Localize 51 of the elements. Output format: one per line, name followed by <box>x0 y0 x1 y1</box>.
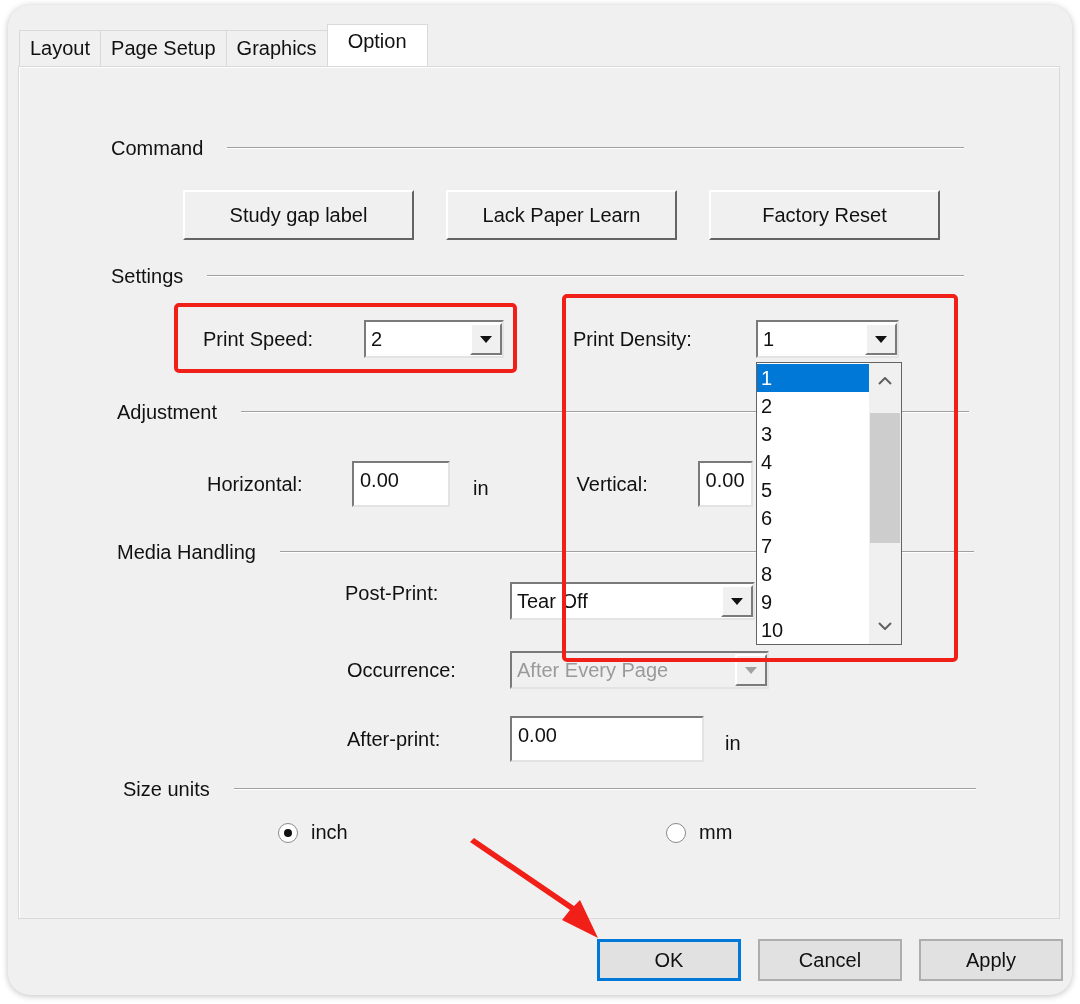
command-button[interactable]: Factory Reset <box>709 190 940 240</box>
field-label: Horizontal: <box>207 472 304 496</box>
list-option[interactable]: 4 <box>757 448 869 476</box>
command-button[interactable]: Study gap label <box>183 190 414 240</box>
input-field[interactable]: 0.00 <box>352 461 450 507</box>
list-option[interactable]: 1 <box>757 364 869 392</box>
field-label: Print Speed: <box>203 327 315 351</box>
section-heading: Media Handling <box>117 540 256 564</box>
caret-down-icon <box>745 666 757 674</box>
section-heading: Adjustment <box>117 400 218 424</box>
chevron-down-icon[interactable] <box>878 622 892 630</box>
field-label: Occurrence: <box>347 658 457 682</box>
dropdown-button[interactable] <box>721 585 753 617</box>
section-heading: Size units <box>123 777 210 801</box>
list-option[interactable]: 2 <box>757 392 869 420</box>
list-option[interactable]: 9 <box>757 588 869 616</box>
field-label: Print Density: <box>573 327 693 351</box>
caret-down-icon <box>480 335 492 343</box>
list-option[interactable]: 8 <box>757 560 869 588</box>
dropdown-button[interactable] <box>470 323 502 355</box>
chevron-up-icon[interactable] <box>878 377 892 385</box>
field-label: Post-Print: <box>345 582 440 605</box>
field-label: Vertical: <box>576 472 649 496</box>
list-option[interactable]: 6 <box>757 504 869 532</box>
tab[interactable]: Option <box>326 24 428 66</box>
caret-down-icon <box>731 597 743 605</box>
list-option[interactable]: 7 <box>757 532 869 560</box>
field-label: After-print: <box>347 727 442 751</box>
command-button[interactable]: Lack Paper Learn <box>446 190 677 240</box>
radio-label: inch <box>311 821 348 844</box>
section-heading: Settings <box>111 264 184 288</box>
dropdown[interactable]: 2 <box>364 320 504 358</box>
list-option[interactable]: 10 <box>757 616 869 644</box>
scrollbar[interactable] <box>869 363 901 644</box>
input-field[interactable]: 0.00 <box>510 716 704 762</box>
dropdown-button[interactable] <box>865 323 897 355</box>
list-option[interactable]: 5 <box>757 476 869 504</box>
section-heading: Command <box>111 136 204 160</box>
radio-button[interactable] <box>278 822 298 843</box>
unit-label: in <box>473 475 489 500</box>
unit-label: in <box>725 730 741 755</box>
dialog-button[interactable]: Cancel <box>758 939 902 981</box>
radio-button[interactable] <box>666 822 686 843</box>
caret-down-icon <box>875 335 887 343</box>
input-field[interactable]: 0.00 <box>697 461 753 507</box>
tab[interactable]: Layout <box>19 30 102 66</box>
list-option[interactable]: 3 <box>757 420 869 448</box>
dropdown[interactable]: 1 <box>756 320 899 358</box>
dialog-button[interactable]: Apply <box>919 939 1063 981</box>
radio-label: mm <box>699 821 733 844</box>
dialog-button[interactable]: OK <box>597 939 741 981</box>
